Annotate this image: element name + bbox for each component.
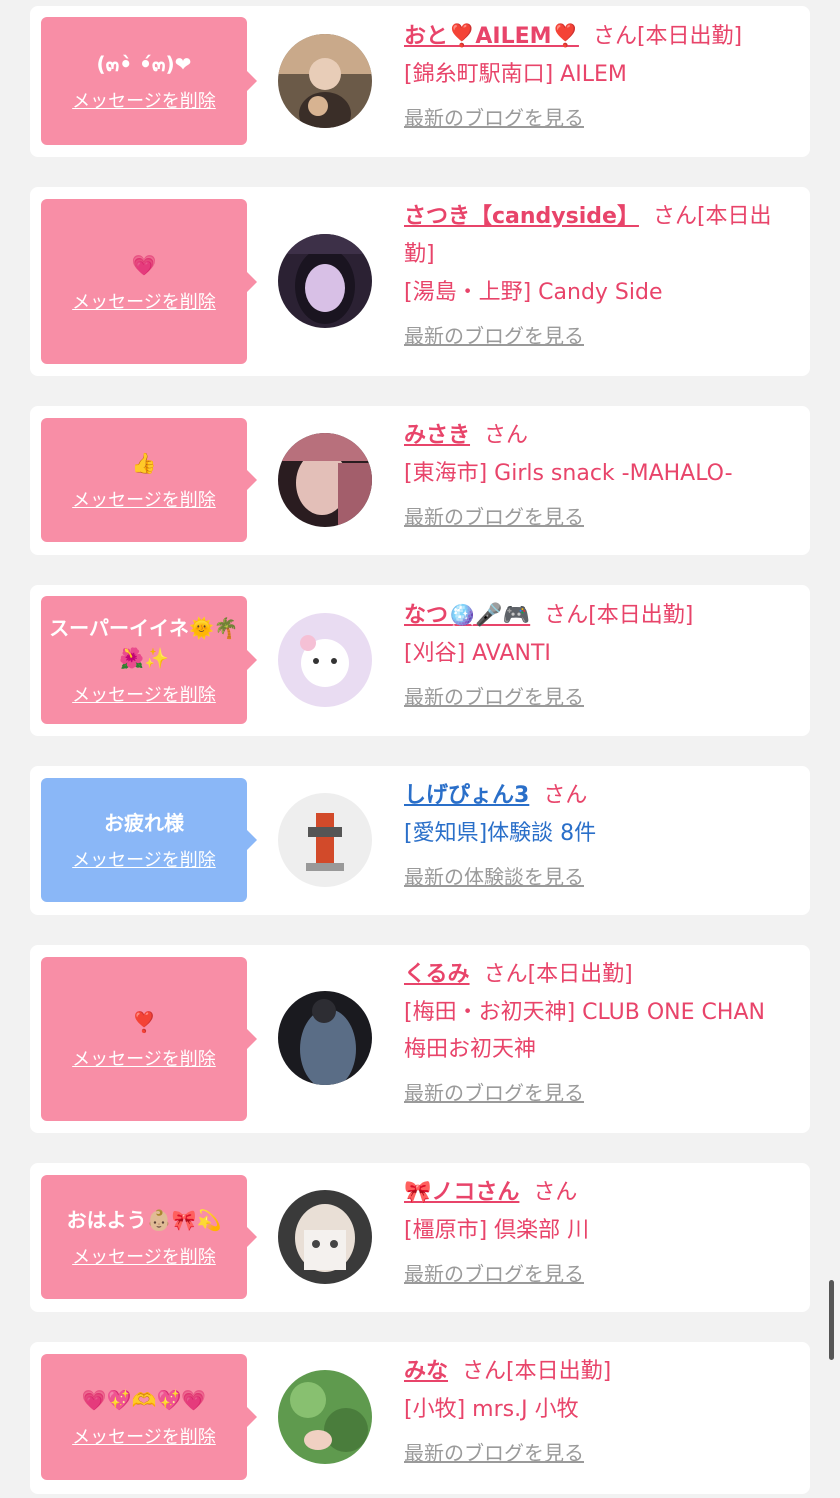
card-info: なつ🪩🎤🎮 さん[本日出勤] [刈谷] AVANTI 最新のブログを見る	[404, 597, 790, 712]
message-text: 👍	[131, 451, 157, 475]
message-bubble: 💗 メッセージを削除	[41, 199, 257, 364]
card-info: くるみ さん[本日出勤] [梅田・お初天神] CLUB ONE CHAN 梅田お初…	[404, 956, 790, 1108]
san-label: さん	[484, 423, 529, 448]
girl-name-link[interactable]: おと❣️AILEM❣️	[404, 24, 579, 49]
message-bubble: ❣️ メッセージを削除	[41, 957, 257, 1121]
girl-name-link[interactable]: 🎀ノコさん	[404, 1180, 519, 1205]
delete-message-link[interactable]: メッセージを削除	[72, 1243, 216, 1269]
delete-message-link[interactable]: メッセージを削除	[72, 846, 216, 872]
message-card: 👍 メッセージを削除 みさき さん [東海市] Girls snack -MAHA…	[30, 406, 810, 555]
san-label: さん	[544, 603, 589, 628]
attendance-status: [本日出勤]	[527, 962, 633, 987]
san-label: さん	[462, 1359, 507, 1384]
message-card: スーパーイイネ🌞🌴🌺✨ メッセージを削除 なつ🪩🎤🎮 さん[本日出勤] [刈谷] …	[30, 585, 810, 736]
message-card: ❣️ メッセージを削除 くるみ さん[本日出勤] [梅田・お初天神] CLUB O…	[30, 945, 810, 1133]
user-name-link[interactable]: しげぴょん3	[404, 783, 529, 808]
message-text: スーパーイイネ🌞🌴🌺✨	[49, 616, 239, 670]
san-label: さん	[652, 204, 697, 229]
san-label: さん	[533, 1180, 578, 1205]
latest-blog-link[interactable]: 最新のブログを見る	[404, 682, 584, 712]
card-info: おと❣️AILEM❣️ さん[本日出勤] [錦糸町駅南口] AILEM 最新のブロ…	[404, 18, 790, 133]
review-info: [愛知県]体験談 8件	[404, 821, 597, 846]
shop-info: [錦糸町駅南口] AILEM	[404, 62, 627, 87]
latest-blog-link[interactable]: 最新のブログを見る	[404, 1438, 584, 1468]
attendance-status: [本日出勤]	[588, 603, 694, 628]
san-label: さん	[592, 24, 637, 49]
card-info: さつき【candyside】 さん[本日出勤] [湯島・上野] Candy Sid…	[404, 198, 790, 351]
message-card: おはよう👶🏼🎀💫 メッセージを削除 🎀ノコさん さん [橿原市] 倶楽部 川 最新…	[30, 1163, 810, 1312]
san-label: さん	[483, 962, 528, 987]
shop-info: [湯島・上野] Candy Side	[404, 280, 663, 305]
girl-name-link[interactable]: くるみ	[404, 962, 470, 987]
message-bubble: 💗💖🫶💖💗 メッセージを削除	[41, 1354, 257, 1480]
girl-name-link[interactable]: みな	[404, 1359, 448, 1384]
message-bubble: おはよう👶🏼🎀💫 メッセージを削除	[41, 1175, 257, 1299]
message-text: 💗💖🫶💖💗	[81, 1388, 207, 1412]
message-card: 💗💖🫶💖💗 メッセージを削除 みな さん[本日出勤] [小牧] mrs.J 小牧 …	[30, 1342, 810, 1494]
avatar[interactable]	[278, 1190, 372, 1284]
delete-message-link[interactable]: メッセージを削除	[72, 1423, 216, 1449]
girl-name-link[interactable]: なつ🪩🎤🎮	[404, 603, 530, 628]
avatar[interactable]	[278, 234, 372, 328]
delete-message-link[interactable]: メッセージを削除	[72, 1045, 216, 1071]
message-bubble: (๓•̀ •́๓)❤ メッセージを削除	[41, 17, 257, 145]
shop-info: [橿原市] 倶楽部 川	[404, 1218, 590, 1243]
girl-name-link[interactable]: さつき【candyside】	[404, 204, 639, 229]
message-text: (๓•̀ •́๓)❤	[96, 52, 192, 76]
avatar[interactable]	[278, 433, 372, 527]
latest-blog-link[interactable]: 最新のブログを見る	[404, 103, 584, 133]
shop-info: [東海市] Girls snack -MAHALO-	[404, 461, 733, 486]
delete-message-link[interactable]: メッセージを削除	[72, 87, 216, 113]
attendance-status: [本日出勤]	[506, 1359, 612, 1384]
attendance-status: [本日出勤]	[636, 24, 743, 49]
message-bubble: お疲れ様 メッセージを削除	[41, 778, 257, 902]
avatar[interactable]	[278, 34, 372, 128]
shop-info: [刈谷] AVANTI	[404, 641, 551, 666]
avatar[interactable]	[278, 613, 372, 707]
avatar[interactable]	[278, 991, 372, 1085]
latest-review-link[interactable]: 最新の体験談を見る	[404, 862, 584, 892]
latest-blog-link[interactable]: 最新のブログを見る	[404, 1259, 584, 1289]
message-text: 💗	[131, 252, 157, 277]
card-info: みな さん[本日出勤] [小牧] mrs.J 小牧 最新のブログを見る	[404, 1353, 790, 1468]
message-text: お疲れ様	[104, 811, 184, 835]
card-info: しげぴょん3 さん [愛知県]体験談 8件 最新の体験談を見る	[404, 777, 790, 892]
shop-info: [梅田・お初天神] CLUB ONE CHAN 梅田お初天神	[404, 1000, 765, 1062]
shop-info: [小牧] mrs.J 小牧	[404, 1397, 579, 1422]
latest-blog-link[interactable]: 最新のブログを見る	[404, 502, 584, 532]
message-card: (๓•̀ •́๓)❤ メッセージを削除 おと❣️AILEM❣️ さん[本日出勤] …	[30, 6, 810, 157]
message-text: ❣️	[131, 1010, 157, 1034]
san-label: さん	[543, 783, 588, 808]
message-card: 💗 メッセージを削除 さつき【candyside】 さん[本日出勤] [湯島・上野…	[30, 187, 810, 376]
girl-name-link[interactable]: みさき	[404, 423, 470, 448]
message-card: お疲れ様 メッセージを削除 しげぴょん3 さん [愛知県]体験談 8件 最新の体験…	[30, 766, 810, 915]
scrollbar[interactable]	[829, 1280, 834, 1360]
latest-blog-link[interactable]: 最新のブログを見る	[404, 1078, 584, 1108]
latest-blog-link[interactable]: 最新のブログを見る	[404, 321, 584, 351]
message-bubble: 👍 メッセージを削除	[41, 418, 257, 542]
delete-message-link[interactable]: メッセージを削除	[72, 681, 216, 707]
message-bubble: スーパーイイネ🌞🌴🌺✨ メッセージを削除	[41, 596, 257, 724]
delete-message-link[interactable]: メッセージを削除	[72, 486, 216, 512]
delete-message-link[interactable]: メッセージを削除	[72, 288, 216, 314]
card-info: みさき さん [東海市] Girls snack -MAHALO- 最新のブログを…	[404, 417, 790, 532]
message-text: おはよう👶🏼🎀💫	[66, 1208, 222, 1232]
card-info: 🎀ノコさん さん [橿原市] 倶楽部 川 最新のブログを見る	[404, 1174, 790, 1289]
avatar[interactable]	[278, 793, 372, 887]
avatar[interactable]	[278, 1370, 372, 1464]
